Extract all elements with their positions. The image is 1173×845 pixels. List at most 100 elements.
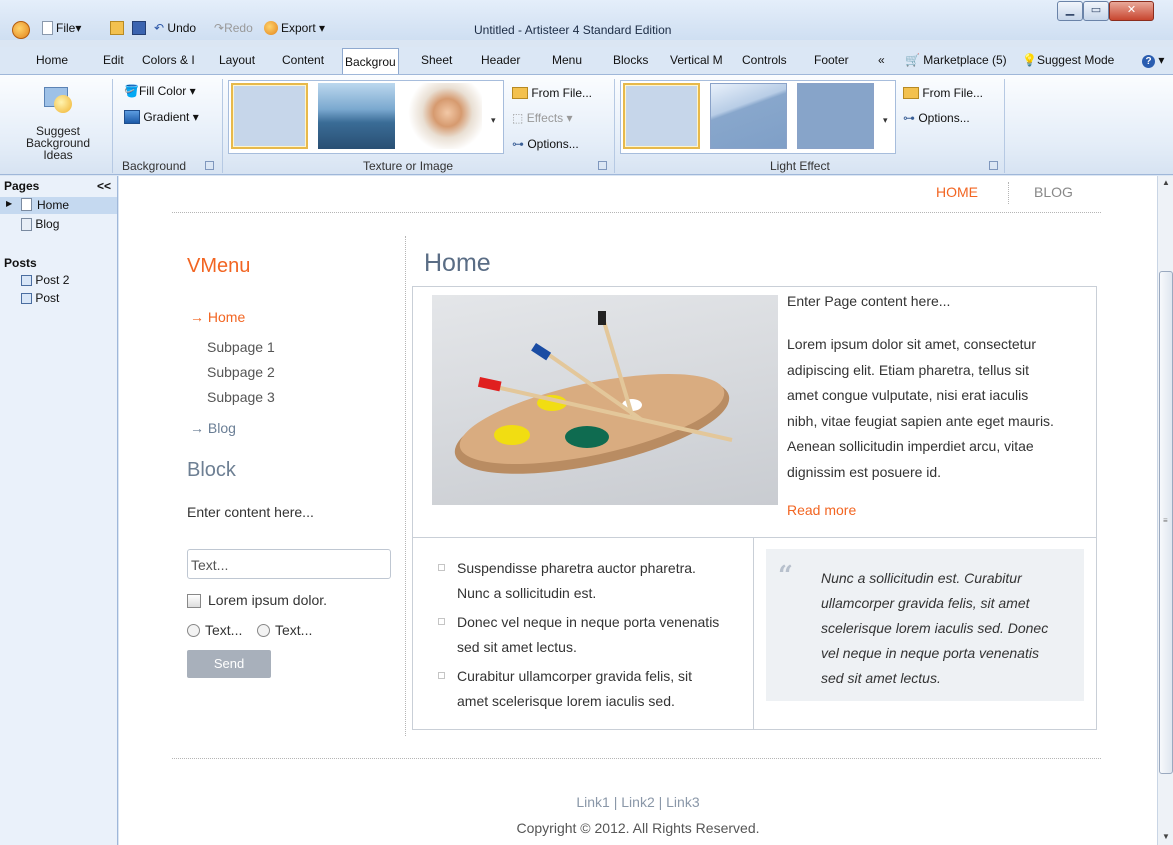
save-icon — [132, 21, 146, 35]
scroll-down-icon[interactable]: ▼ — [1162, 832, 1170, 841]
bullet-icon — [438, 564, 445, 571]
post-item-post-2[interactable]: Post 2 — [21, 273, 69, 287]
quote-icon: “ — [778, 561, 793, 591]
ribbon: Suggest Background Ideas 🪣Fill Color ▾ G… — [0, 74, 1173, 175]
scroll-up-icon[interactable]: ▲ — [1162, 178, 1170, 187]
export-button[interactable]: Export ▾ — [264, 21, 325, 35]
ribbon-separator — [614, 79, 615, 173]
radio-1[interactable] — [187, 624, 200, 637]
light-dialog-launcher[interactable] — [989, 161, 998, 170]
vmenu-item-blog[interactable]: → Blog — [190, 420, 236, 436]
texture-from-file-button[interactable]: From File... — [512, 86, 592, 100]
texture-options-button[interactable]: ⊶ Options... — [512, 137, 579, 151]
lightbulb-icon — [42, 85, 74, 119]
tab-home[interactable]: Home — [36, 47, 68, 74]
effects-icon: ⬚ — [512, 111, 524, 125]
texture-option-woman-photo[interactable] — [405, 83, 482, 149]
page-canvas: HOME BLOG VMenu → Home Subpage 1 Subpage… — [119, 176, 1157, 845]
light-from-file-button[interactable]: From File... — [903, 86, 983, 100]
nav-blog[interactable]: BLOG — [1034, 184, 1073, 200]
tab-header[interactable]: Header — [481, 47, 520, 74]
tab-edit[interactable]: Edit — [103, 47, 124, 74]
page-item-blog[interactable]: Blog — [21, 217, 59, 231]
checkbox[interactable] — [187, 594, 201, 608]
page-item-home[interactable]: ▶ Home — [0, 197, 117, 214]
ribbon-separator — [112, 79, 113, 173]
texture-option-building[interactable] — [318, 83, 395, 149]
light-gallery-more[interactable]: ▾ — [883, 115, 888, 126]
page-icon — [21, 198, 32, 211]
light-option-none[interactable] — [623, 83, 700, 149]
suggest-label-3: Ideas — [43, 148, 73, 162]
vmenu-item-home[interactable]: → Home — [190, 309, 245, 325]
footer-links[interactable]: Link1 | Link2 | Link3 — [119, 794, 1157, 810]
help-icon: ? — [1142, 55, 1155, 68]
close-button[interactable]: ✕ — [1109, 1, 1154, 21]
checkbox-label: Lorem ipsum dolor. — [208, 592, 328, 608]
radio-2[interactable] — [257, 624, 270, 637]
blog-page-icon — [21, 218, 32, 231]
vmenu-subpage-1[interactable]: Subpage 1 — [207, 339, 275, 355]
intro-text: Enter Page content here... — [787, 293, 951, 309]
nav-divider — [1008, 182, 1009, 204]
tab-sheet[interactable]: Sheet — [421, 47, 452, 74]
block-title: Block — [187, 459, 236, 481]
list-item: Suspendisse pharetra auctor pharetra. Nun… — [437, 556, 719, 606]
light-option-curve[interactable] — [710, 83, 787, 149]
folder-icon — [512, 87, 528, 99]
tab-controls[interactable]: Controls — [742, 47, 787, 74]
copyright: Copyright © 2012. All Rights Reserved. — [516, 820, 760, 836]
post-item-post[interactable]: Post — [21, 291, 59, 305]
minimize-icon: ▁ — [1065, 4, 1075, 16]
gradient-icon — [124, 110, 140, 124]
cart-icon: 🛒 — [905, 53, 920, 67]
suggest-mode-button[interactable]: 💡Suggest Mode — [1022, 47, 1114, 74]
tab-layout[interactable]: Layout — [219, 47, 255, 74]
text-input[interactable]: Text... — [187, 549, 391, 579]
tab-colors[interactable]: Colors & I — [142, 47, 195, 74]
tab-menu[interactable]: Menu — [552, 47, 582, 74]
tab-vertical-menu[interactable]: Vertical M — [670, 47, 723, 74]
effects-button[interactable]: ⬚ Effects ▾ — [512, 111, 573, 125]
vmenu-subpage-2[interactable]: Subpage 2 — [207, 364, 275, 380]
read-more-link[interactable]: Read more — [787, 502, 856, 518]
tab-background[interactable]: Backgrou — [342, 48, 399, 74]
collapse-panel-button[interactable]: << — [97, 179, 111, 193]
ribbon-separator — [222, 79, 223, 173]
paint-bucket-icon: 🪣 — [124, 84, 139, 98]
vertical-scrollbar[interactable]: ▲ ≡ ▼ — [1157, 176, 1173, 845]
open-button[interactable] — [110, 21, 127, 35]
nav-home[interactable]: HOME — [936, 184, 978, 200]
fill-color-button[interactable]: 🪣Fill Color ▾ — [124, 84, 196, 98]
vmenu-subpage-3[interactable]: Subpage 3 — [207, 389, 275, 405]
file-menu-button[interactable]: File▾ — [42, 21, 81, 35]
texture-gallery-more[interactable]: ▾ — [491, 115, 496, 126]
suggest-background-ideas-button[interactable]: Suggest Background Ideas — [8, 79, 108, 162]
group-label-texture: Texture or Image — [363, 159, 454, 173]
close-icon: ✕ — [1126, 4, 1137, 16]
undo-button[interactable]: ↶ Undo — [154, 21, 196, 35]
maximize-button[interactable]: ▭ — [1083, 1, 1109, 21]
app-logo-icon[interactable] — [12, 21, 30, 39]
redo-icon: ↷ — [214, 21, 225, 35]
undo-icon: ↶ — [154, 21, 165, 35]
minimize-button[interactable]: ▁ — [1057, 1, 1083, 21]
tab-scroll-left[interactable]: « — [878, 47, 885, 74]
light-options-button[interactable]: ⊶ Options... — [903, 111, 970, 125]
send-button[interactable]: Send — [187, 650, 271, 678]
scrollbar-thumb[interactable]: ≡ — [1159, 271, 1173, 774]
background-dialog-launcher[interactable] — [205, 161, 214, 170]
marketplace-button[interactable]: 🛒 Marketplace (5) — [905, 47, 1007, 74]
grip-icon: ≡ — [1163, 516, 1168, 525]
gradient-button[interactable]: Gradient ▾ — [124, 110, 199, 124]
tab-blocks[interactable]: Blocks — [613, 47, 648, 74]
post-icon — [21, 293, 32, 304]
light-option-flat[interactable] — [797, 83, 874, 149]
help-button[interactable]: ? ▾ — [1142, 47, 1164, 74]
save-button[interactable] — [132, 21, 149, 35]
redo-button[interactable]: ↷Redo — [214, 21, 253, 35]
tab-content[interactable]: Content — [282, 47, 324, 74]
texture-dialog-launcher[interactable] — [598, 161, 607, 170]
tab-footer[interactable]: Footer — [814, 47, 849, 74]
texture-option-plain[interactable] — [231, 83, 308, 149]
